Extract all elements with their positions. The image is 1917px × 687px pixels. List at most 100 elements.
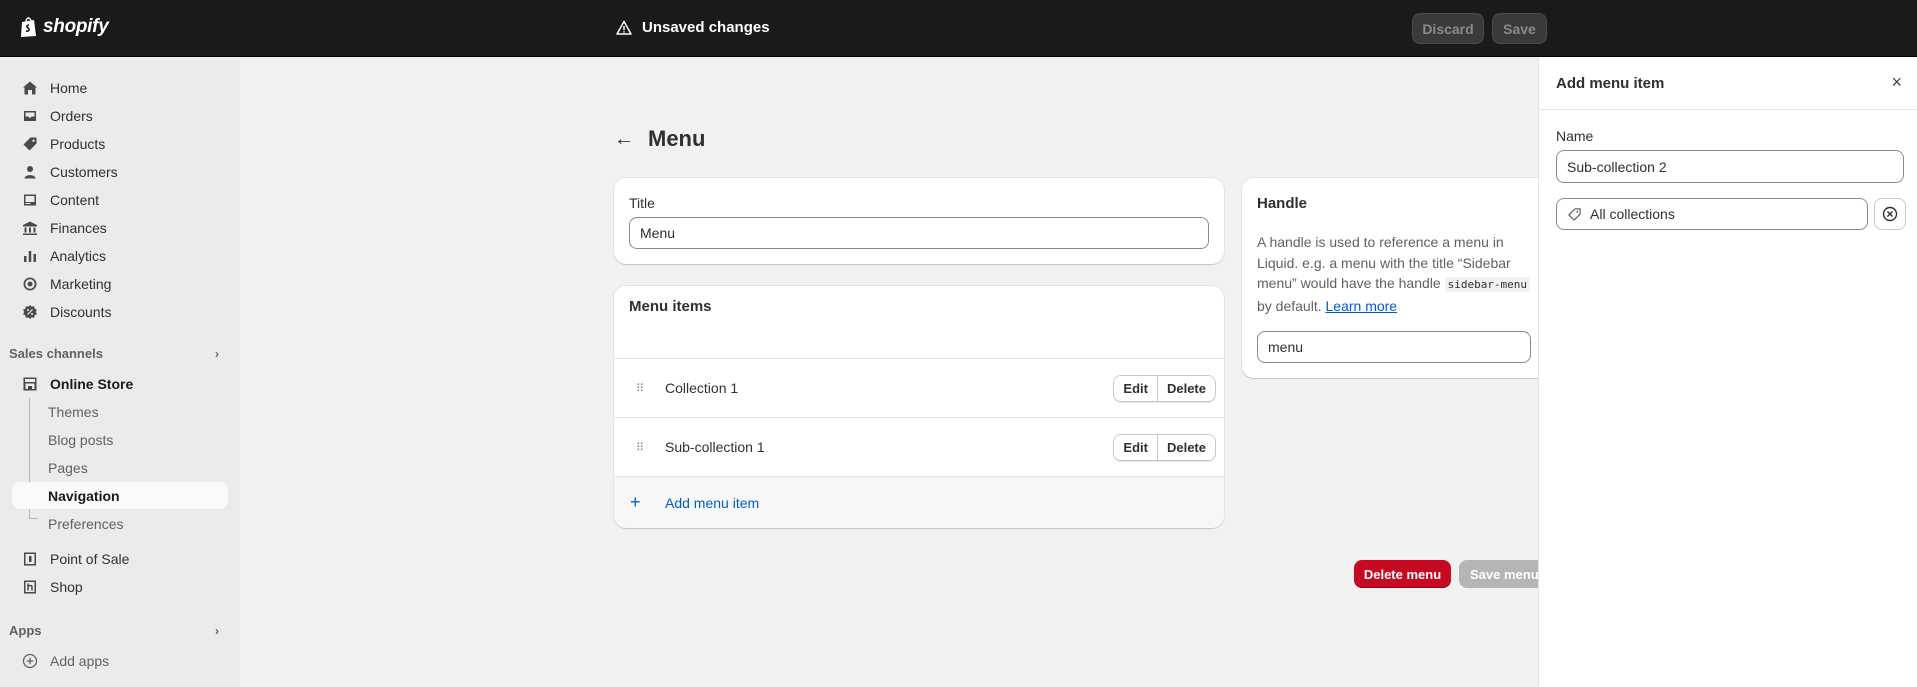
menu-item-row: ⠿ Collection 1 Edit Delete <box>614 358 1224 417</box>
add-menu-item-panel: Add menu item × Name Sub-collection 2 Al… <box>1538 57 1917 687</box>
tag-icon <box>23 137 37 150</box>
menu-item-label: Sub-collection 1 <box>665 439 765 455</box>
name-input-value: Sub-collection 2 <box>1567 158 1667 175</box>
name-input[interactable]: Sub-collection 2 <box>1556 150 1904 183</box>
sidebar-item-orders[interactable]: Orders <box>12 102 228 129</box>
sales-channels-header[interactable]: Sales channels › <box>9 346 225 361</box>
title-card: Title Menu <box>614 178 1224 264</box>
add-menu-item-link[interactable]: Add menu item <box>665 495 759 511</box>
sidebar-item-label: Themes <box>48 403 99 420</box>
panel-header: Add menu item × <box>1539 57 1917 110</box>
sidebar-item-label: Customers <box>50 163 118 180</box>
sidebar-item-marketing[interactable]: Marketing <box>12 270 228 297</box>
learn-more-link[interactable]: Learn more <box>1326 298 1398 314</box>
menu-item-actions: Edit Delete <box>1113 433 1216 461</box>
back-arrow-icon[interactable]: ← <box>614 128 634 151</box>
sidebar-item-label: Point of Sale <box>50 550 130 567</box>
unsaved-changes-indicator: Unsaved changes <box>616 19 770 36</box>
sidebar: Home Orders Products Customers Content F… <box>0 57 240 687</box>
sidebar-item-themes[interactable]: Themes <box>12 398 228 425</box>
sidebar-item-shop[interactable]: Shop <box>12 573 228 600</box>
shopify-logo[interactable]: shopify <box>20 16 109 38</box>
sidebar-item-content[interactable]: Content <box>12 186 228 213</box>
add-circle-icon <box>22 653 38 668</box>
sidebar-item-label: Products <box>50 135 106 152</box>
bank-icon <box>23 221 37 235</box>
handle-input[interactable]: menu <box>1257 331 1531 363</box>
sidebar-item-home[interactable]: Home <box>12 74 228 101</box>
sidebar-item-label: Shop <box>50 578 83 595</box>
sidebar-item-label: Navigation <box>48 487 120 504</box>
menu-item-row: ⠿ Sub-collection 1 Edit Delete <box>614 417 1224 476</box>
sidebar-item-add-apps[interactable]: Add apps <box>12 647 228 674</box>
add-menu-item-row[interactable]: + Add menu item <box>614 476 1224 528</box>
sidebar-item-label: Online Store <box>50 375 134 392</box>
title-label: Title <box>629 195 655 211</box>
drag-handle-icon[interactable]: ⠿ <box>636 382 644 395</box>
shopify-bag-icon <box>21 17 36 37</box>
tag-icon <box>1568 207 1581 221</box>
sidebar-item-label: Pages <box>48 459 88 476</box>
sidebar-item-products[interactable]: Products <box>12 130 228 157</box>
discount-icon <box>23 304 37 319</box>
content-icon <box>24 194 36 205</box>
link-input-value: All collections <box>1590 206 1675 222</box>
person-icon <box>24 165 36 178</box>
plus-icon: + <box>630 492 641 512</box>
title-input[interactable]: Menu <box>629 217 1209 249</box>
sidebar-item-label: Discounts <box>50 303 112 320</box>
sidebar-item-label: Finances <box>50 219 107 236</box>
sidebar-item-label: Blog posts <box>48 431 114 448</box>
sidebar-item-point-of-sale[interactable]: Point of Sale <box>12 545 228 572</box>
sidebar-item-label: Content <box>50 191 100 208</box>
bar-chart-icon <box>24 250 36 262</box>
inbox-icon <box>24 110 36 121</box>
sidebar-item-label: Orders <box>50 107 93 124</box>
sidebar-item-analytics[interactable]: Analytics <box>12 242 228 269</box>
menu-items-heading: Menu items <box>629 298 712 315</box>
unsaved-changes-label: Unsaved changes <box>642 19 770 36</box>
close-icon[interactable]: × <box>1891 72 1902 93</box>
delete-button[interactable]: Delete <box>1156 375 1215 401</box>
clear-link-button[interactable] <box>1874 198 1906 230</box>
save-button[interactable]: Save <box>1492 13 1547 44</box>
sidebar-item-online-store[interactable]: Online Store <box>12 370 228 397</box>
shop-icon <box>24 580 36 593</box>
page-header: ← Menu <box>614 126 705 152</box>
delete-menu-button[interactable]: Delete menu <box>1354 560 1451 588</box>
edit-button[interactable]: Edit <box>1114 434 1157 460</box>
top-bar: shopify Unsaved changes Discard Save <box>0 0 1917 57</box>
sidebar-item-preferences[interactable]: Preferences <box>12 510 228 537</box>
panel-title: Add menu item <box>1556 75 1665 92</box>
apps-label: Apps <box>9 623 42 638</box>
sidebar-item-blog-posts[interactable]: Blog posts <box>12 426 228 453</box>
sidebar-item-label: Add apps <box>50 652 110 669</box>
point-of-sale-icon <box>24 552 36 565</box>
menu-item-actions: Edit Delete <box>1113 374 1216 402</box>
sidebar-item-customers[interactable]: Customers <box>12 158 228 185</box>
clear-circle-icon <box>1882 206 1898 222</box>
title-input-value: Menu <box>640 225 676 241</box>
apps-header[interactable]: Apps › <box>9 623 225 638</box>
handle-description-text-end: by default. <box>1257 297 1322 314</box>
target-icon <box>23 277 37 290</box>
handle-description: A handle is used to reference a menu in … <box>1257 232 1537 316</box>
store-icon <box>23 377 37 390</box>
edit-button[interactable]: Edit <box>1114 375 1157 401</box>
sidebar-item-discounts[interactable]: Discounts <box>12 298 228 325</box>
link-input[interactable]: All collections <box>1556 198 1868 230</box>
brand-name: shopify <box>43 16 109 37</box>
menu-items-card: Menu items ⠿ Collection 1 Edit Delete ⠿ … <box>614 286 1224 528</box>
menu-item-label: Collection 1 <box>665 380 739 396</box>
page-title: Menu <box>648 126 706 151</box>
handle-heading: Handle <box>1257 195 1308 212</box>
drag-handle-icon[interactable]: ⠿ <box>636 441 644 454</box>
sidebar-item-navigation[interactable]: Navigation <box>12 482 228 509</box>
discard-button[interactable]: Discard <box>1412 13 1484 44</box>
delete-button[interactable]: Delete <box>1156 434 1215 460</box>
sidebar-item-pages[interactable]: Pages <box>12 454 228 481</box>
sales-channels-label: Sales channels <box>9 346 103 361</box>
sidebar-item-label: Home <box>50 79 88 96</box>
home-icon <box>23 81 37 94</box>
sidebar-item-finances[interactable]: Finances <box>12 214 228 241</box>
